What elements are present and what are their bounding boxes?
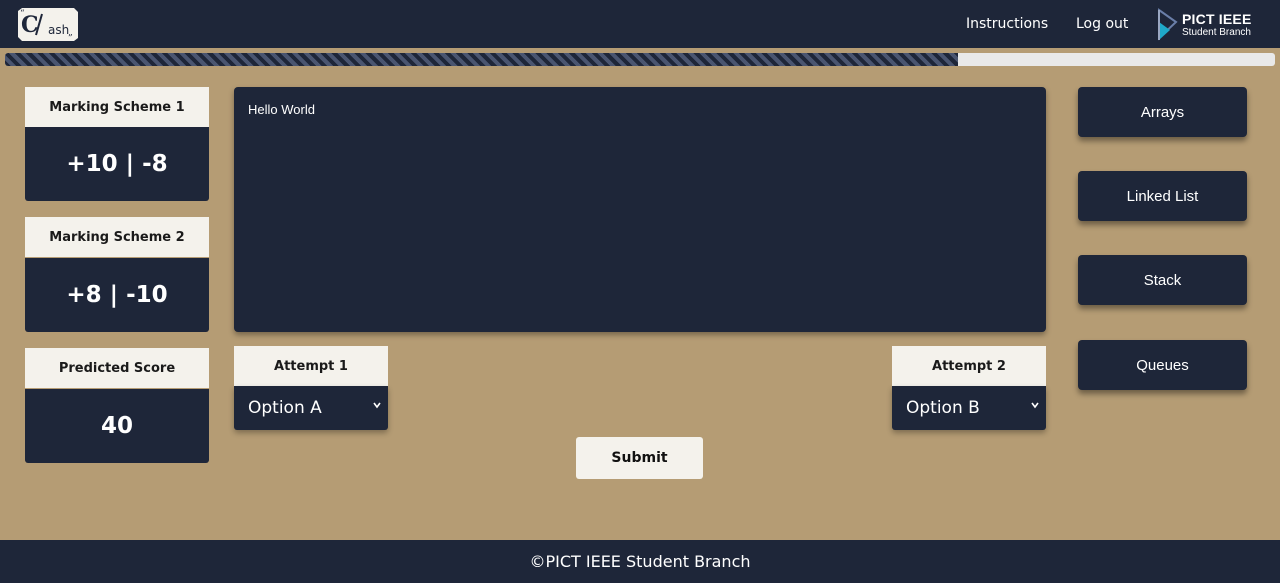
progress-bar (5, 53, 1275, 66)
svg-text:”: ” (68, 34, 73, 41)
topic-stack-button[interactable]: Stack (1078, 255, 1247, 305)
marking-scheme-2-label: Marking Scheme 2 (25, 217, 209, 257)
top-navbar: C ash “ ” Instructions Log out PICT IEEE… (0, 0, 1280, 48)
question-text: Hello World (248, 102, 315, 117)
attempt-1-select[interactable]: Option A (234, 386, 388, 430)
instructions-link[interactable]: Instructions (966, 16, 1048, 32)
marking-scheme-2-value: +8 | -10 (25, 258, 209, 332)
marking-scheme-1-label: Marking Scheme 1 (25, 87, 209, 127)
chevron-down-icon (373, 402, 381, 409)
predicted-score-value: 40 (25, 389, 209, 463)
pict-ieee-logo: PICT IEEE Student Branch (1156, 8, 1256, 42)
attempt-2-selected: Option B (906, 398, 980, 418)
question-box: Hello World (234, 87, 1046, 332)
topic-linked-list-button[interactable]: Linked List (1078, 171, 1247, 221)
attempt-2-select[interactable]: Option B (892, 386, 1046, 430)
ieee-emblem-icon (1158, 8, 1178, 41)
attempt-2-label: Attempt 2 (892, 346, 1046, 386)
svg-text:ash: ash (48, 23, 69, 37)
attempt-1-label: Attempt 1 (234, 346, 388, 386)
submit-button[interactable]: Submit (576, 437, 703, 479)
clash-logo[interactable]: C ash “ ” (16, 8, 78, 44)
topic-arrays-button[interactable]: Arrays (1078, 87, 1247, 137)
marking-scheme-1-value: +10 | -8 (25, 127, 209, 201)
predicted-score-label: Predicted Score (25, 348, 209, 388)
chevron-down-icon (1031, 402, 1039, 409)
logout-link[interactable]: Log out (1076, 16, 1128, 32)
topic-queues-button[interactable]: Queues (1078, 340, 1247, 390)
footer: ©PICT IEEE Student Branch (0, 540, 1280, 583)
footer-text: ©PICT IEEE Student Branch (529, 552, 751, 571)
progress-fill (5, 53, 958, 66)
org-title: PICT IEEE (1182, 11, 1252, 27)
svg-text:“: “ (20, 8, 25, 19)
org-subtitle: Student Branch (1182, 27, 1251, 38)
attempt-1-selected: Option A (248, 398, 322, 418)
